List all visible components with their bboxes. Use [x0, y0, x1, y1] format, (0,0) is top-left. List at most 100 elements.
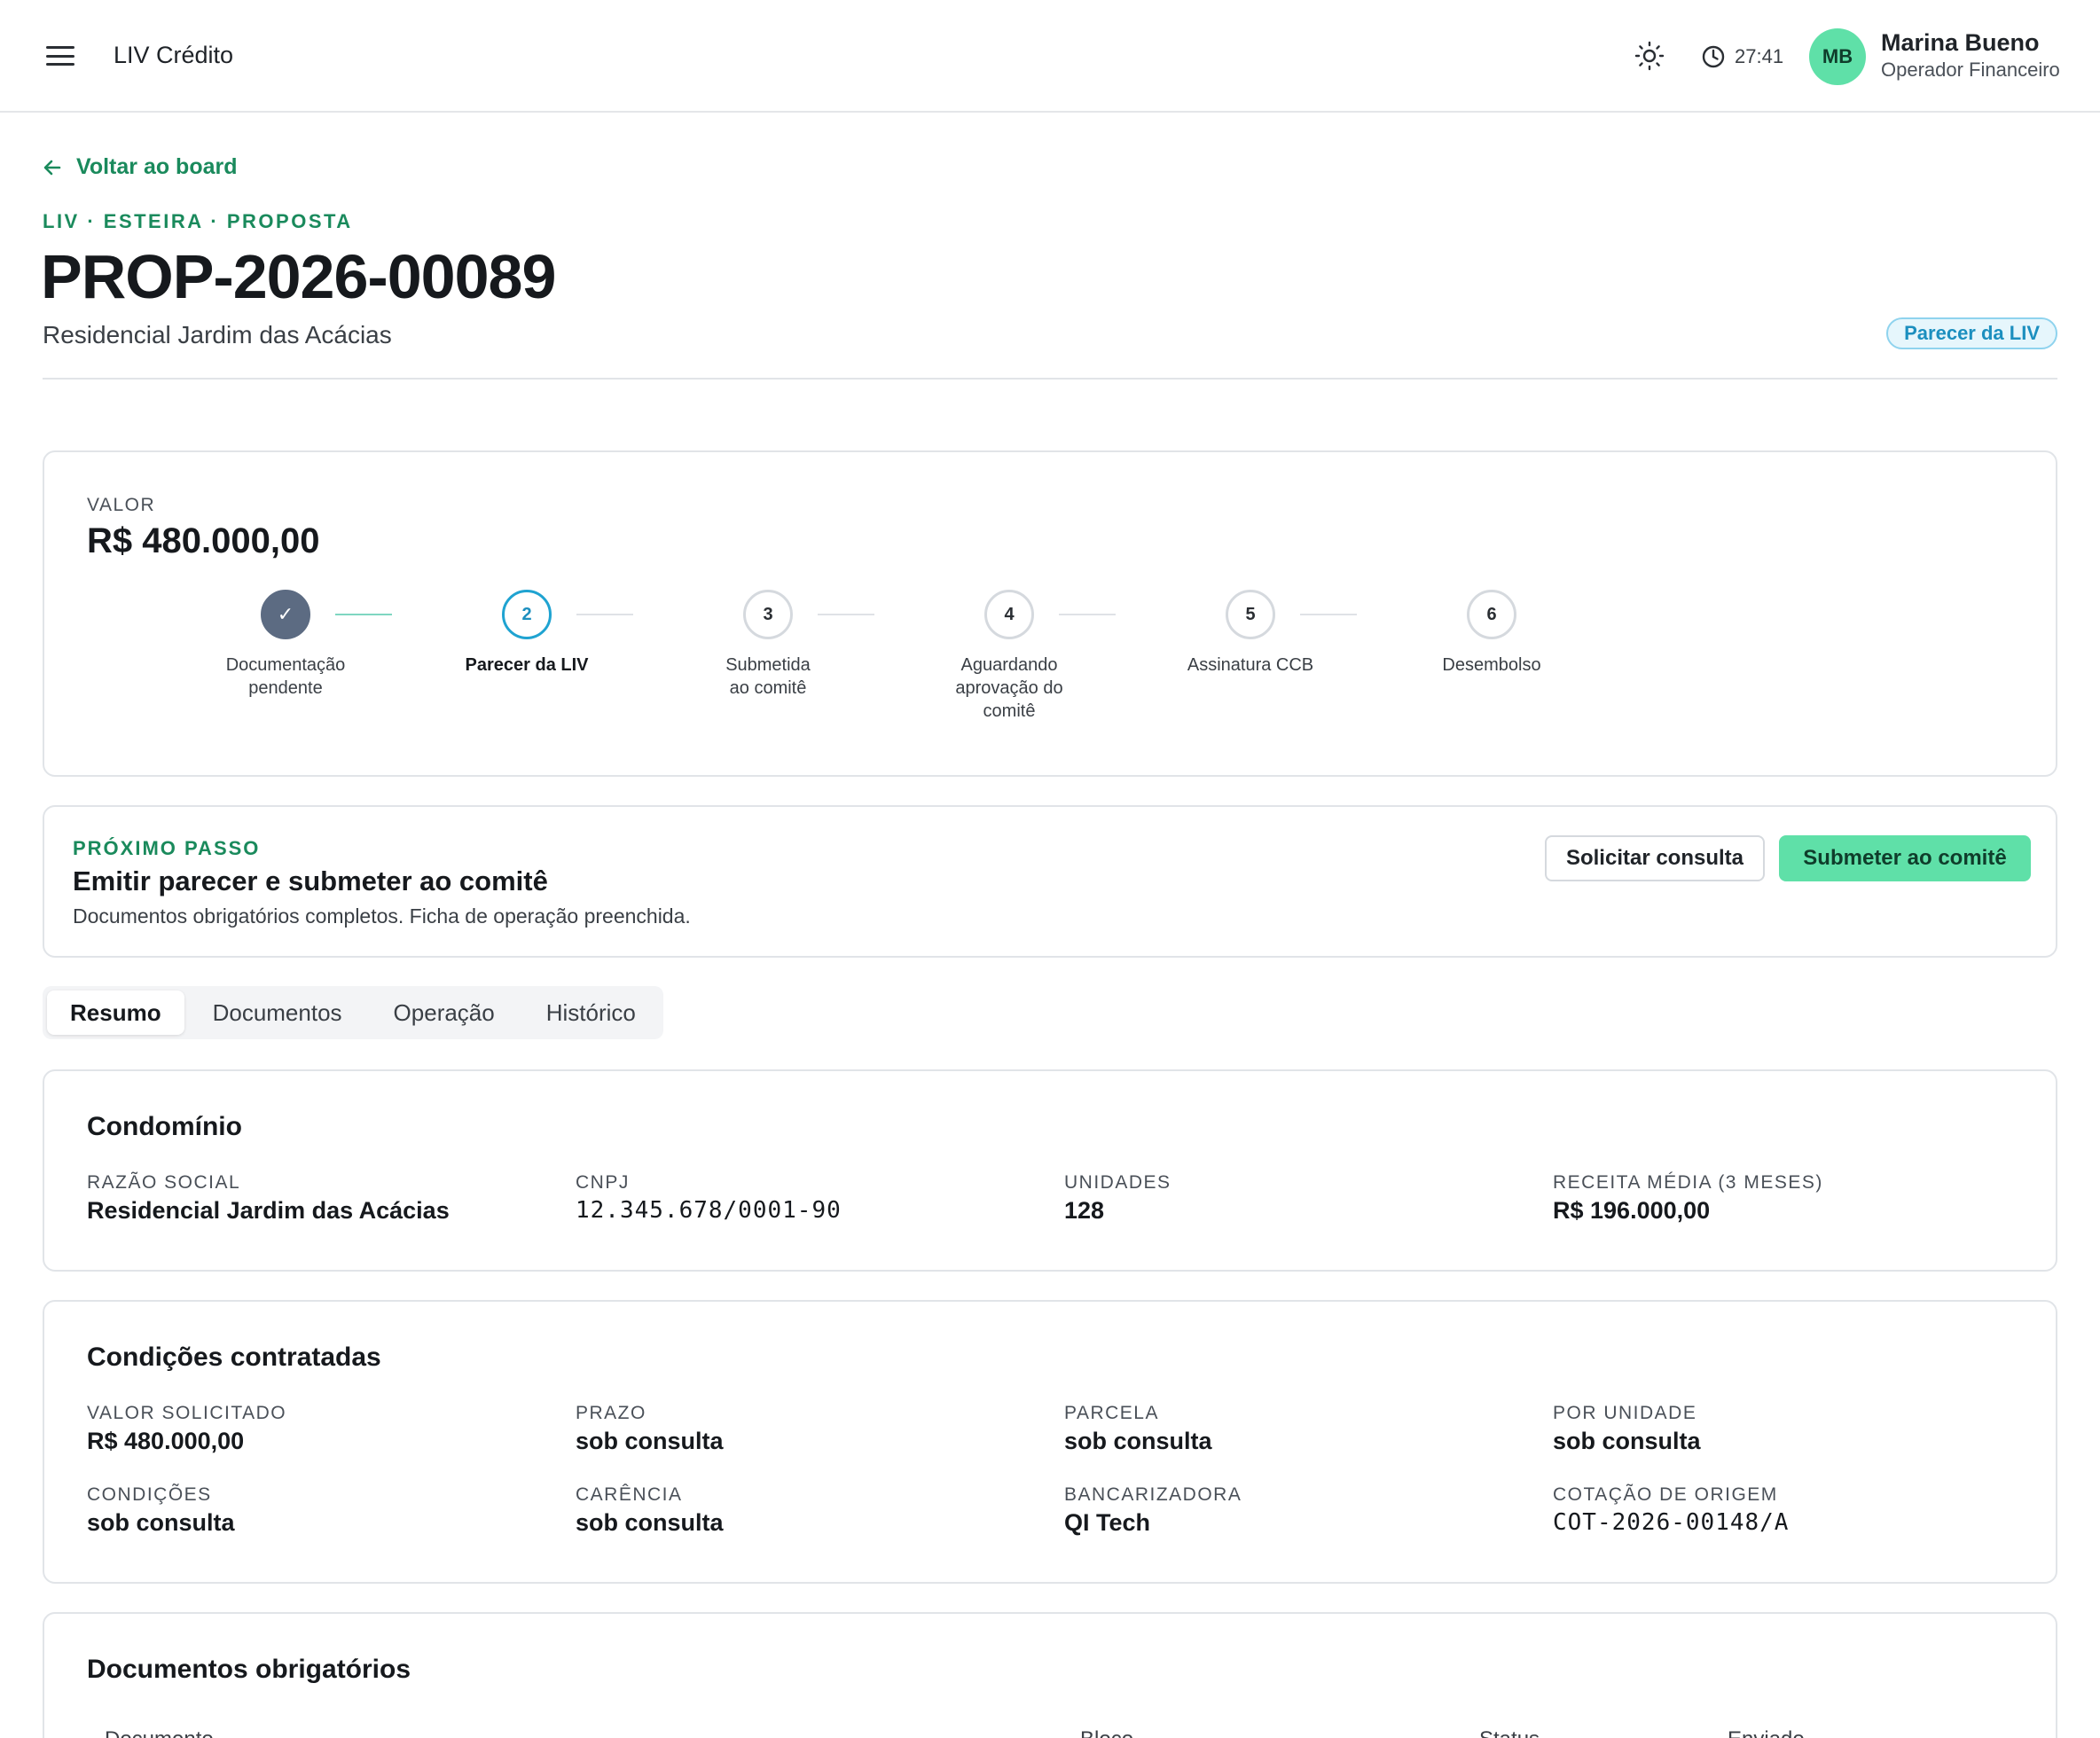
documentos-card: Documentos obrigatórios Documento Bloco …	[43, 1612, 2057, 1738]
request-consultation-button[interactable]: Solicitar consulta	[1545, 835, 1765, 881]
sun-icon[interactable]	[1632, 38, 1667, 74]
field-value: R$ 480.000,00	[87, 1428, 245, 1454]
field-razao-social: RAZÃO SOCIAL Residencial Jardim das Acác…	[87, 1172, 450, 1225]
field-value: sob consulta	[576, 1428, 724, 1454]
step-connector	[1059, 614, 1116, 615]
field-label: UNIDADES	[1064, 1172, 1171, 1193]
field-label: CNPJ	[576, 1172, 630, 1193]
step-label: Submetida ao comitê	[725, 655, 811, 698]
submit-to-committee-button[interactable]: Submeter ao comitê	[1779, 835, 2031, 881]
check-icon: ✓	[261, 590, 310, 639]
back-to-board-link[interactable]: Voltar ao board	[43, 154, 238, 180]
step-label: Parecer da LIV	[465, 655, 589, 675]
step-label: Aguardando aprovação do comitê	[955, 655, 1063, 721]
step-connector	[818, 614, 874, 615]
step-marker: 5	[1226, 590, 1275, 639]
step-marker: 4	[984, 590, 1034, 639]
back-link-label: Voltar ao board	[76, 154, 238, 179]
field-por-unidade: POR UNIDADE sob consulta	[1553, 1403, 1701, 1455]
field-label: COTAÇÃO DE ORIGEM	[1553, 1484, 1778, 1505]
field-prazo: PRAZO sob consulta	[576, 1403, 724, 1455]
column-header-status: Status	[1479, 1727, 1540, 1738]
column-header-documento: Documento	[105, 1727, 214, 1738]
app-title: LIV Crédito	[114, 42, 234, 68]
clock-icon	[1702, 45, 1725, 68]
tab-operacao[interactable]: Operação	[371, 990, 518, 1035]
step-6: 6 Desembolso	[1421, 590, 1563, 677]
column-header-enviado: Enviado	[1728, 1727, 1805, 1738]
field-label: POR UNIDADE	[1553, 1403, 1697, 1423]
step-connector	[576, 614, 633, 615]
section-tabs: Resumo Documentos Operação Histórico	[43, 986, 663, 1039]
field-label: BANCARIZADORA	[1064, 1484, 1242, 1505]
condominio-title: Condomínio	[87, 1112, 242, 1141]
page-title: PROP-2026-00089	[41, 242, 556, 311]
next-step-title: Emitir parecer e submeter ao comitê	[73, 865, 548, 896]
tab-resumo[interactable]: Resumo	[47, 990, 184, 1035]
field-value: R$ 196.000,00	[1553, 1197, 1711, 1224]
next-step-card: PRÓXIMO PASSO Emitir parecer e submeter …	[43, 805, 2057, 958]
documentos-title: Documentos obrigatórios	[87, 1655, 411, 1684]
step-label: Desembolso	[1442, 655, 1541, 675]
value-amount: R$ 480.000,00	[87, 521, 320, 560]
step-3: 3 Submetida ao comitê	[697, 590, 839, 700]
session-timer: 27:41	[1701, 40, 1783, 74]
step-marker: 3	[743, 590, 793, 639]
field-value: 128	[1064, 1197, 1105, 1224]
step-marker: 6	[1467, 590, 1516, 639]
step-label: Documentação pendente	[225, 655, 346, 698]
header-divider	[43, 378, 2057, 380]
next-step-description: Documentos obrigatórios completos. Ficha…	[73, 904, 691, 928]
field-value: Residencial Jardim das Acácias	[87, 1197, 450, 1224]
field-label: RECEITA MÉDIA (3 MESES)	[1553, 1172, 1823, 1193]
step-connector	[1300, 614, 1357, 615]
field-receita-media: RECEITA MÉDIA (3 MESES) R$ 196.000,00	[1553, 1172, 1823, 1225]
field-value: COT-2026-00148/A	[1553, 1509, 1790, 1536]
user-role: Operador Financeiro	[1881, 59, 2060, 81]
step-1: ✓ Documentação pendente	[215, 590, 357, 700]
step-4: 4 Aguardando aprovação do comitê	[938, 590, 1080, 723]
column-header-bloco: Bloco	[1080, 1727, 1133, 1738]
tab-historico[interactable]: Histórico	[523, 990, 659, 1035]
timer-value: 27:41	[1735, 45, 1784, 67]
next-step-label: PRÓXIMO PASSO	[73, 837, 261, 859]
field-value: 12.345.678/0001-90	[576, 1197, 842, 1224]
field-cnpj: CNPJ 12.345.678/0001-90	[576, 1172, 842, 1224]
field-label: VALOR SOLICITADO	[87, 1403, 287, 1423]
field-label: PRAZO	[576, 1403, 646, 1423]
breadcrumb: LIV · ESTEIRA · PROPOSTA	[43, 210, 353, 232]
status-stepper: ✓ Documentação pendente 2 Parecer da LIV…	[44, 590, 2059, 732]
field-label: PARCELA	[1064, 1403, 1159, 1423]
step-2: 2 Parecer da LIV	[456, 590, 598, 677]
arrow-left-icon	[43, 160, 61, 175]
tab-documentos[interactable]: Documentos	[190, 990, 365, 1035]
field-unidades: UNIDADES 128	[1064, 1172, 1171, 1225]
value-progress-card: VALOR R$ 480.000,00 ✓ Documentação pende…	[43, 450, 2057, 777]
page-subtitle: Residencial Jardim das Acácias	[43, 321, 392, 348]
field-value: QI Tech	[1064, 1509, 1151, 1536]
field-label: CARÊNCIA	[576, 1484, 683, 1505]
field-value: sob consulta	[1064, 1428, 1212, 1454]
step-connector	[335, 614, 392, 615]
condominio-card: Condomínio RAZÃO SOCIAL Residencial Jard…	[43, 1069, 2057, 1272]
field-value: sob consulta	[1553, 1428, 1701, 1454]
field-bancarizadora: BANCARIZADORA QI Tech	[1064, 1484, 1242, 1537]
field-condicoes: CONDIÇÕES sob consulta	[87, 1484, 235, 1537]
field-label: RAZÃO SOCIAL	[87, 1172, 241, 1193]
field-label: CONDIÇÕES	[87, 1484, 212, 1505]
top-bar: LIV Crédito 27:41 MB Marina Bueno Operad…	[0, 0, 2100, 113]
field-carencia: CARÊNCIA sob consulta	[576, 1484, 724, 1537]
field-valor-solicitado: VALOR SOLICITADO R$ 480.000,00	[87, 1403, 286, 1455]
user-name: Marina Bueno	[1881, 29, 2040, 56]
avatar[interactable]: MB	[1809, 28, 1866, 85]
condicoes-title: Condições contratadas	[87, 1343, 381, 1372]
step-5: 5 Assinatura CCB	[1179, 590, 1321, 677]
step-marker: 2	[502, 590, 552, 639]
condicoes-card: Condições contratadas VALOR SOLICITADO R…	[43, 1300, 2057, 1584]
status-badge: Parecer da LIV	[1886, 317, 2057, 349]
field-value: sob consulta	[576, 1509, 724, 1536]
menu-icon[interactable]	[43, 41, 78, 71]
field-value: sob consulta	[87, 1509, 235, 1536]
step-label: Assinatura CCB	[1187, 655, 1314, 675]
value-label: VALOR	[87, 495, 156, 515]
